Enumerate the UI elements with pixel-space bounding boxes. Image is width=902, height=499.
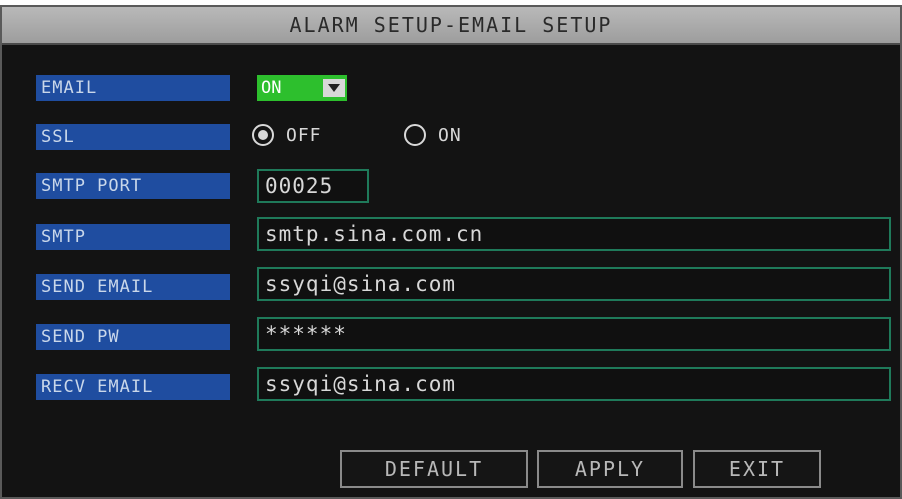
send-email-input[interactable]: ssyqi@sina.com xyxy=(257,267,891,301)
radio-selected-icon[interactable] xyxy=(252,124,274,146)
smtp-port-input[interactable]: 00025 xyxy=(257,169,369,203)
ssl-on-radio[interactable]: ON xyxy=(404,121,462,149)
send-email-label: SEND EMAIL xyxy=(36,274,230,300)
email-setup-dialog: ALARM SETUP-EMAIL SETUP EMAIL ON SSL OFF… xyxy=(0,5,902,499)
email-enable-dropdown[interactable]: ON xyxy=(257,75,347,101)
smtp-port-label: SMTP PORT xyxy=(36,173,230,199)
email-label: EMAIL xyxy=(36,75,230,101)
smtp-label: SMTP xyxy=(36,224,230,250)
title-bar: ALARM SETUP-EMAIL SETUP xyxy=(2,7,900,45)
recv-email-input[interactable]: ssyqi@sina.com xyxy=(257,367,891,401)
send-password-input[interactable]: ****** xyxy=(257,317,891,351)
exit-button[interactable]: EXIT xyxy=(693,450,821,488)
send-pw-label: SEND PW xyxy=(36,324,230,350)
default-button[interactable]: DEFAULT xyxy=(340,450,528,488)
ssl-on-label: ON xyxy=(438,124,462,146)
ssl-label: SSL xyxy=(36,124,230,150)
dialog-title: ALARM SETUP-EMAIL SETUP xyxy=(289,13,613,37)
ssl-off-label: OFF xyxy=(286,124,322,146)
smtp-server-input[interactable]: smtp.sina.com.cn xyxy=(257,217,891,251)
radio-unselected-icon[interactable] xyxy=(404,124,426,146)
ssl-off-radio[interactable]: OFF xyxy=(252,121,322,149)
email-enable-value: ON xyxy=(261,78,282,98)
chevron-down-icon[interactable] xyxy=(323,79,345,97)
recv-email-label: RECV EMAIL xyxy=(36,374,230,400)
apply-button[interactable]: APPLY xyxy=(537,450,683,488)
